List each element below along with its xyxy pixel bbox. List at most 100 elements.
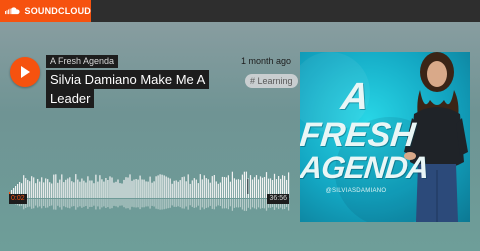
waveform-bar (239, 179, 241, 198)
waveform-bar (135, 179, 137, 198)
waveform-bar (235, 179, 237, 198)
waveform-reflection (257, 199, 260, 208)
waveform-reflection (147, 199, 149, 207)
waveform-bar (65, 179, 67, 198)
waveform-reflection (223, 199, 225, 209)
waveform-reflection (143, 199, 145, 208)
waveform-bar (209, 182, 211, 198)
waveform-reflection (133, 199, 135, 208)
waveform-bar (183, 176, 185, 198)
play-button[interactable] (10, 57, 40, 87)
duration: 36:56 (267, 194, 289, 204)
waveform-reflection (49, 199, 51, 207)
waveform-bar (149, 176, 151, 198)
waveform-bar (187, 174, 189, 198)
waveform-bar (121, 183, 123, 198)
waveform-reflection (139, 199, 141, 210)
waveform-reflection (69, 199, 71, 209)
waveform-bar (115, 181, 117, 198)
artist-name[interactable]: A Fresh Agenda (46, 55, 119, 68)
track-title-line1[interactable]: Silvia Damiano Make Me A (46, 70, 210, 89)
track-artwork[interactable]: A FRESH AGENDA @SILVIASDAMIANO (300, 52, 470, 222)
waveform-bar (27, 179, 29, 198)
play-icon (21, 66, 30, 78)
waveform-reflection (47, 199, 49, 208)
waveform-reflection (263, 199, 266, 209)
waveform-reflection (229, 199, 231, 207)
waveform-reflection (89, 199, 91, 207)
waveform-bar (175, 180, 177, 198)
waveform-bar (97, 181, 99, 198)
waveform-bar (169, 178, 171, 198)
waveform-bar (177, 181, 179, 198)
waveform-bar (125, 177, 127, 198)
genre-tag[interactable]: # Learning (245, 74, 298, 88)
waveform-reflection (259, 199, 262, 209)
waveform-bar (181, 177, 183, 198)
waveform-bar (233, 178, 235, 198)
waveform-bar (207, 179, 209, 198)
waveform-reflection (181, 199, 183, 209)
waveform-bar (197, 183, 199, 198)
waveform-reflection (145, 199, 147, 207)
waveform-reflection (201, 199, 203, 208)
waveform-bar (123, 179, 125, 198)
waveform-reflection (185, 199, 187, 207)
waveform-reflection (255, 199, 258, 210)
waveform-bar (167, 177, 169, 198)
waveform-bar (179, 180, 181, 198)
waveform-bar (141, 179, 143, 198)
current-time: 0:02 (9, 194, 27, 204)
waveform-reflection (219, 199, 221, 206)
brand-name: SOUNDCLOUD (24, 6, 91, 16)
waveform-reflection (167, 199, 169, 209)
waveform-bar (81, 178, 83, 198)
waveform-bar (105, 178, 107, 198)
waveform-bar (67, 178, 69, 198)
soundcloud-logo[interactable]: SOUNDCLOUD (0, 0, 91, 22)
waveform-reflection (187, 199, 189, 210)
waveform-reflection (105, 199, 107, 208)
waveform-bar (253, 177, 256, 198)
waveform-reflection (135, 199, 137, 208)
waveform-bar (53, 174, 55, 198)
waveform-reflection (103, 199, 105, 207)
waveform[interactable] (9, 170, 290, 213)
waveform-bar (261, 177, 264, 198)
waveform-reflection (65, 199, 67, 208)
waveform-bar (83, 180, 85, 198)
waveform-bar (77, 179, 79, 198)
waveform-reflection (111, 199, 113, 209)
waveform-bar (127, 177, 129, 198)
waveform-reflection (63, 199, 65, 207)
waveform-bar (143, 179, 145, 198)
waveform-bar (59, 179, 61, 198)
waveform-reflection (225, 199, 227, 209)
waveform-reflection (261, 199, 264, 209)
waveform-bar (263, 177, 266, 198)
waveform-reflection (33, 199, 35, 209)
waveform-reflection (227, 199, 229, 210)
waveform-bar (49, 182, 51, 198)
waveform-bar (73, 182, 75, 198)
waveform-reflection (205, 199, 207, 208)
waveform-bar (71, 181, 73, 198)
track-title-line2[interactable]: Leader (46, 89, 95, 108)
waveform-reflection (61, 199, 63, 210)
comment-marker[interactable] (247, 179, 249, 194)
waveform-reflection (45, 199, 47, 208)
waveform-bar (95, 174, 97, 198)
waveform-bar (217, 183, 219, 198)
waveform-reflection (71, 199, 73, 207)
waveform-reflection (95, 199, 97, 210)
waveform-bar (157, 175, 159, 198)
waveform-reflection (175, 199, 177, 207)
waveform-reflection (51, 199, 53, 206)
waveform-bar (201, 179, 203, 198)
waveform-bar (31, 176, 33, 198)
waveform-reflection (161, 199, 163, 210)
waveform-bar (99, 175, 101, 198)
waveform-reflection (55, 199, 57, 210)
waveform-bar (153, 181, 155, 198)
waveform-bar (133, 179, 135, 198)
